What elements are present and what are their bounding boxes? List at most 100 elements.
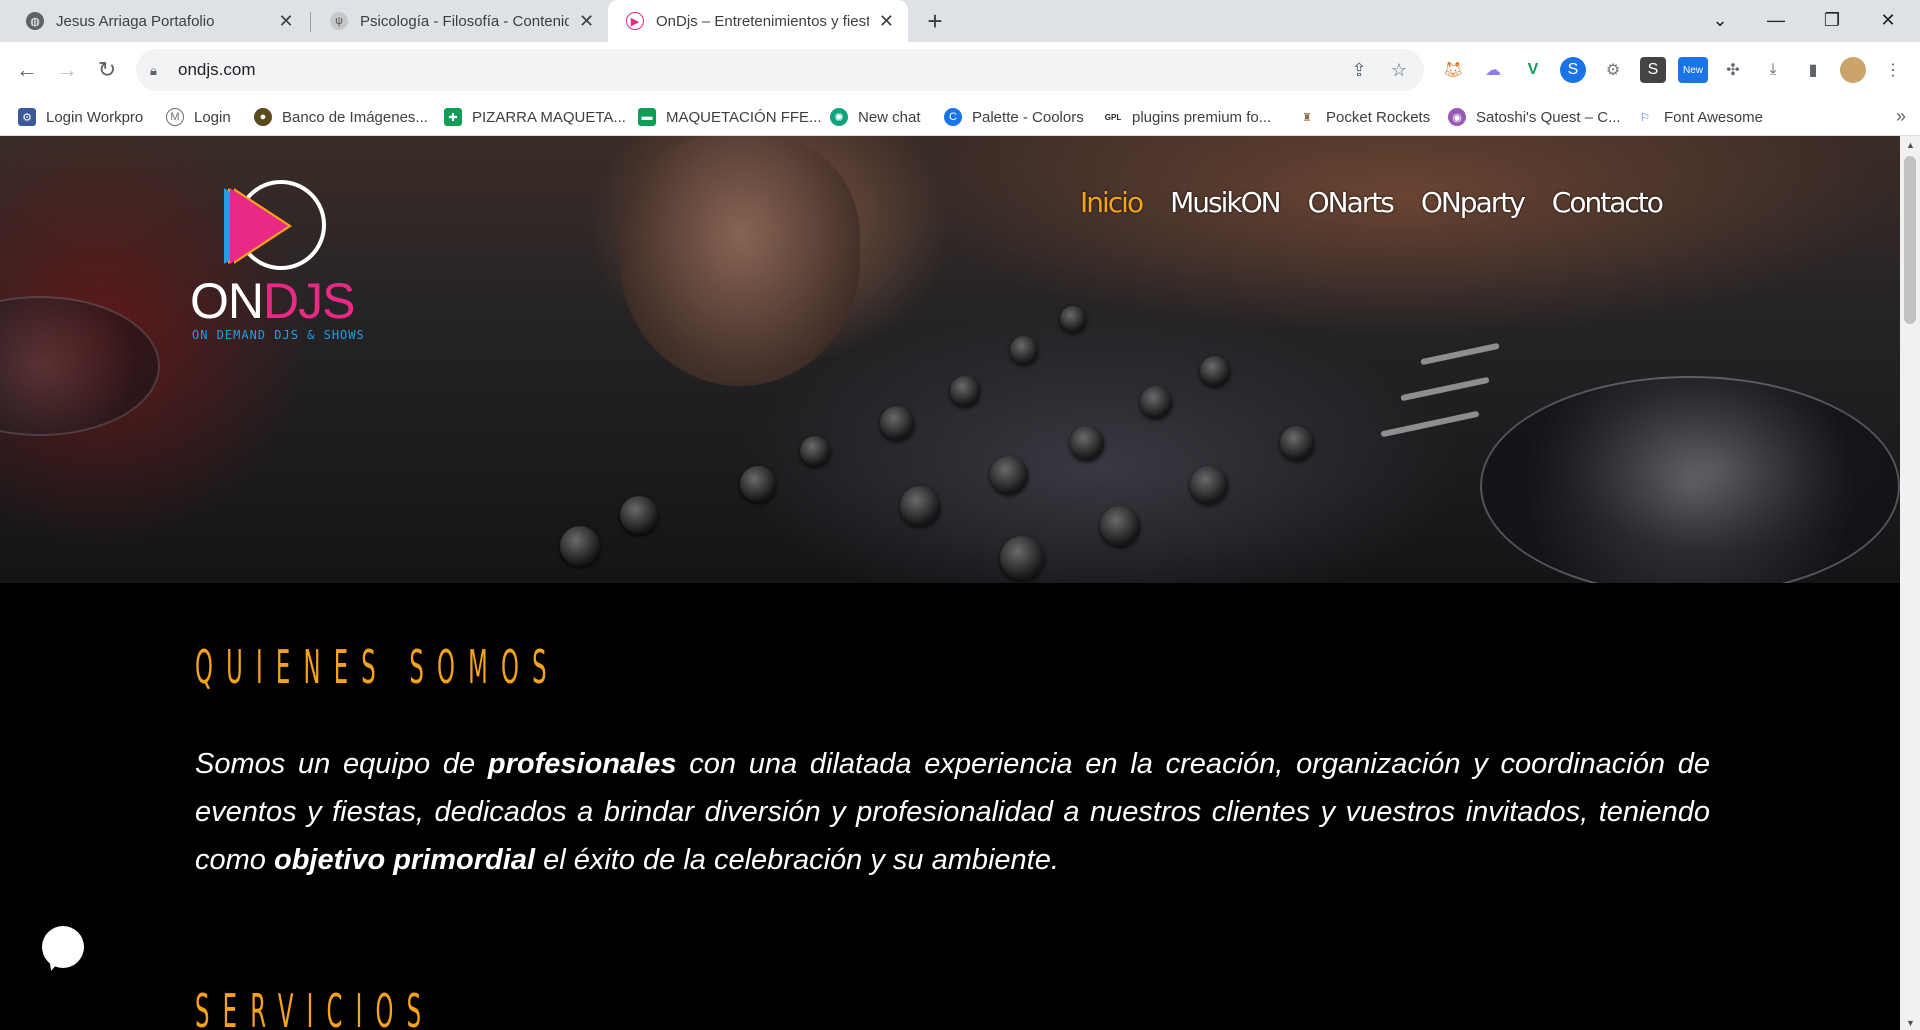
bookmark-login-workpro[interactable]: ⚙ Login Workpro [18,106,143,128]
about-bold: profesionales [487,748,677,780]
chat-bubble-icon[interactable] [42,926,84,968]
gpl-icon: GPL [1104,108,1122,126]
satoshi-icon: ◉ [1448,108,1466,126]
restore-icon[interactable]: ❐ [1804,0,1860,40]
close-window-icon[interactable]: ✕ [1860,0,1916,40]
bookmarks-bar: ⚙ Login Workpro M Login ● Banco de Imágenes… [0,98,1920,136]
mixer-knob [1280,426,1314,460]
mixer-knob [1190,466,1228,504]
site-logo[interactable]: ONDJS ON DEMAND DJS & SHOWS [190,180,370,342]
logo-on: ON [190,273,264,329]
bookmark-label: plugins premium fo... [1132,108,1272,126]
bookmark-label: MAQUETACIÓN FFE... [666,108,822,126]
gear-extension-icon[interactable]: ⚙ [1600,57,1626,83]
vue-devtools-icon[interactable]: V [1520,57,1546,83]
login-icon: M [166,108,184,126]
main-nav: Inicio MusikON ONarts ONparty Contacto [1080,186,1664,219]
bookmark-label: Pocket Rockets [1326,108,1431,126]
flag-icon: ⚐ [1636,108,1654,126]
bookmark-label: Banco de Imágenes... [282,108,428,126]
tab-ondjs[interactable]: ▶ OnDjs – Entretenimientos y fiesta ✕ [608,0,908,42]
bookmark-pizarra[interactable]: ✚ PIZARRA MAQUETA... [444,106,626,128]
back-icon[interactable]: ← [11,54,43,86]
scroll-thumb[interactable] [1904,156,1916,324]
chat-icon: ▬ [638,108,656,126]
new-tab-icon[interactable]: + [920,6,950,36]
scroll-down-icon[interactable]: ▼ [1906,1018,1915,1028]
mixer-knob [800,436,830,466]
bookmark-font-awesome[interactable]: ⚐ Font Awesome [1636,106,1763,128]
sheets-icon: ✚ [444,108,462,126]
forward-icon[interactable]: → [51,54,83,86]
tab-psicologia[interactable]: ψ Psicología - Filosofía - Contenido ✕ [312,0,608,42]
image-bank-icon: ● [254,108,272,126]
logo-tagline: ON DEMAND DJS & SHOWS [192,328,365,342]
hero-banner: ONDJS ON DEMAND DJS & SHOWS Inicio Musik… [0,136,1900,583]
extension-ghost-icon[interactable]: ☁ [1480,57,1506,83]
s-extension-icon[interactable]: S [1640,57,1666,83]
bookmark-banco-imagenes[interactable]: ● Banco de Imágenes... [254,106,428,128]
new-extension-icon[interactable]: New [1678,57,1708,83]
tab-search-icon[interactable]: ⌄ [1692,0,1748,40]
menu-kebab-icon[interactable]: ⋮ [1880,57,1906,83]
about-bold: objetivo primordial [273,844,536,876]
lock-icon: 🔒︎ [150,63,157,78]
close-tab-icon[interactable]: ✕ [276,11,296,31]
bookmark-plugins[interactable]: GPL plugins premium fo... [1104,106,1271,128]
about-paragraph: Somos un equipo de profesionales con una… [195,740,1710,884]
bookmark-label: Satoshi's Quest – C... [1476,108,1621,126]
nav-onarts[interactable]: ONarts [1308,186,1395,219]
nav-contacto[interactable]: Contacto [1552,186,1664,219]
mixer-knob [1010,336,1038,364]
mixer-fader [1400,376,1490,402]
tab-strip: ◍ Jesus Arriaga Portafolio ✕ ψ Psicologí… [0,0,1920,42]
nav-inicio[interactable]: Inicio [1080,186,1144,219]
mixer-knob [1000,536,1044,580]
mixer-knob [900,486,940,526]
metamask-icon[interactable]: 🦊︎ [1440,57,1466,83]
bookmark-label: New chat [858,108,921,126]
extensions-puzzle-icon[interactable]: ✣ [1720,57,1746,83]
bookmark-coolors[interactable]: C Palette - Coolors [944,106,1084,128]
close-tab-icon[interactable]: ✕ [877,11,896,31]
scroll-up-icon[interactable]: ▲ [1906,140,1915,150]
mixer-knob [560,526,600,566]
bookmark-login[interactable]: M Login [166,106,231,128]
mixer-knob [1140,386,1172,418]
psicologia-icon: ψ [330,12,348,30]
profile-avatar[interactable] [1840,57,1866,83]
bookmarks-overflow-icon[interactable]: » [1896,106,1906,127]
web-page: ONDJS ON DEMAND DJS & SHOWS Inicio Musik… [0,136,1900,1030]
mixer-knob [1070,426,1104,460]
logo-play-icon [230,188,288,264]
address-bar[interactable]: 🔒︎ ondjs.com ⇪ ☆ [136,49,1424,91]
workpro-icon: ⚙ [18,108,36,126]
bookmark-maquetacion[interactable]: ▬ MAQUETACIÓN FFE... [638,106,822,128]
shazam-icon[interactable]: S [1560,57,1586,83]
about-section: QUIENES SOMOS Somos un equipo de profesi… [195,640,1710,884]
tab-portafolio[interactable]: ◍ Jesus Arriaga Portafolio ✕ [8,0,308,42]
tab-title: Jesus Arriaga Portafolio [56,12,215,30]
bookmark-star-icon[interactable]: ☆ [1388,59,1410,81]
openai-icon: ✺ [830,108,848,126]
bookmark-pocket-rockets[interactable]: ♜ Pocket Rockets [1298,106,1430,128]
tab-title: Psicología - Filosofía - Contenido [360,12,570,30]
mixer-knob [1200,356,1230,386]
download-icon[interactable]: ⤓ [1760,57,1786,83]
nav-musikon[interactable]: MusikON [1170,186,1281,219]
bookmark-label: Login Workpro [46,108,144,126]
bookmark-satoshi[interactable]: ◉ Satoshi's Quest – C... [1448,106,1621,128]
reload-icon[interactable]: ↻ [91,54,123,86]
bookmark-new-chat[interactable]: ✺ New chat [830,106,921,128]
tab-title: OnDjs – Entretenimientos y fiesta [656,12,869,30]
nav-onparty[interactable]: ONparty [1421,186,1526,219]
new-badge: New [1682,64,1703,76]
url-text[interactable]: ondjs.com [178,60,255,80]
bookmark-label: PIZARRA MAQUETA... [472,108,626,126]
mixer-knob [1060,306,1086,332]
side-panel-icon[interactable]: ▮ [1800,57,1826,83]
page-scrollbar[interactable]: ▲ ▼ [1900,136,1920,1030]
close-tab-icon[interactable]: ✕ [577,11,596,31]
share-icon[interactable]: ⇪ [1348,59,1370,81]
minimize-icon[interactable]: — [1748,0,1804,40]
